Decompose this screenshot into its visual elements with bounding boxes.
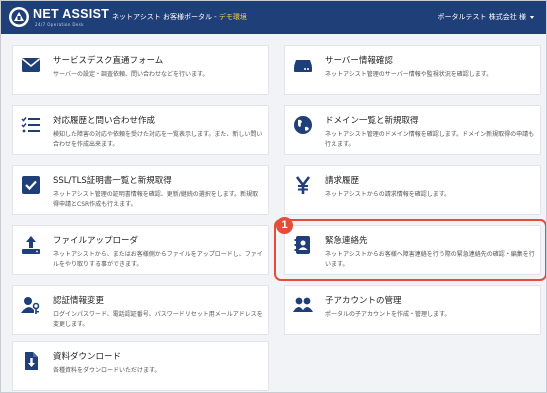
user-name: ポータルテスト 株式会社 様 xyxy=(437,13,526,21)
brand-name[interactable]: NET ASSIST xyxy=(33,7,109,21)
checkbox-icon xyxy=(22,176,40,194)
card-description: ログインパスワード、電話認証番号、パスワードリセット用メールアドレスを変更します… xyxy=(53,311,263,328)
card-description: ネットアシスト管理のドメイン情報を確認します。ドメイン新規取得の申請も行えます。 xyxy=(325,131,535,148)
demo-label: デモ環境 xyxy=(218,13,247,21)
server-icon xyxy=(294,60,312,72)
card-auth-change[interactable]: 認証情報変更 ログインパスワード、電話認証番号、パスワードリセット用メールアドレ… xyxy=(12,285,269,335)
card-title: SSL/TLS証明書一覧と新規取得 xyxy=(53,176,172,186)
card-uploader[interactable]: ファイルアップローダ ネットアシストから、またはお客様側からファイルをアップロー… xyxy=(12,225,269,275)
card-title: 子アカウントの管理 xyxy=(325,296,402,306)
card-service-desk[interactable]: サービスデスク直通フォーム サーバーの設定・調査依頼、問い合わせなどを行います。 xyxy=(12,45,269,95)
yen-icon xyxy=(295,176,311,194)
download-file-icon xyxy=(25,352,38,370)
top-header: NET ASSIST 24/7 Operation Desk ネットアシスト お… xyxy=(1,1,546,34)
card-title: サーバー情報確認 xyxy=(325,56,393,66)
card-title: 資料ダウンロード xyxy=(53,352,122,362)
user-key-icon xyxy=(21,297,40,314)
card-description: ポータルの子アカウントを作成・管理します。 xyxy=(325,311,451,318)
upload-icon xyxy=(22,236,40,254)
card-billing[interactable]: 請求履歴 ネットアシストからの請求情報を確認します。 xyxy=(284,165,541,215)
card-title: 請求履歴 xyxy=(325,176,360,186)
caret-down-icon xyxy=(530,15,534,19)
card-description: 検知した障害の対応や依頼を受けた対応を一覧表示します。また、新しい問い合わせを作… xyxy=(53,131,263,148)
portal-title-text: ネットアシスト お客様ポータル - xyxy=(112,13,219,21)
card-history[interactable]: 対応履歴と問い合わせ作成 検知した障害の対応や依頼を受けた対応を一覧表示します。… xyxy=(12,105,269,155)
card-title: ドメイン一覧と新規取得 xyxy=(325,116,419,126)
card-server-info[interactable]: サーバー情報確認 ネットアシスト管理のサーバー情報や監視状況を確認します。 xyxy=(284,45,541,95)
list-icon xyxy=(21,117,40,133)
card-description: サーバーの設定・調査依頼、問い合わせなどを行います。 xyxy=(53,71,209,78)
card-title: 認証情報変更 xyxy=(53,296,105,306)
card-title: ファイルアップローダ xyxy=(53,236,139,246)
user-menu[interactable]: ポータルテスト 株式会社 様 xyxy=(438,12,534,22)
net-assist-logo-icon[interactable] xyxy=(8,6,30,28)
card-domain[interactable]: ドメイン一覧と新規取得 ネットアシスト管理のドメイン情報を確認します。ドメイン新… xyxy=(284,105,541,155)
brand-tagline: 24/7 Operation Desk xyxy=(35,22,84,27)
card-documents[interactable]: 資料ダウンロード 各種資料をダウンロードいただけます。 xyxy=(12,341,269,391)
card-sub-accounts[interactable]: 子アカウントの管理 ポータルの子アカウントを作成・管理します。 xyxy=(284,285,541,335)
card-ssl[interactable]: SSL/TLS証明書一覧と新規取得 ネットアシスト管理の証明書情報を確認、更新/… xyxy=(12,165,269,215)
card-title: サービスデスク直通フォーム xyxy=(53,56,164,66)
card-description: 各種資料をダウンロードいただけます。 xyxy=(53,367,161,374)
card-description: ネットアシストから、またはお客様側からファイルをアップロードし、ファイルをやり取… xyxy=(53,251,263,268)
callout-badge: 1 xyxy=(276,217,293,234)
card-description: ネットアシスト管理の証明書情報を確認、更新/継続の選択をします。新規取得申請とC… xyxy=(53,191,259,208)
highlight-box xyxy=(274,219,546,281)
card-description: ネットアシスト管理のサーバー情報や監視状況を確認します。 xyxy=(325,71,493,78)
globe-icon xyxy=(294,116,312,134)
card-title: 対応履歴と問い合わせ作成 xyxy=(53,116,156,126)
users-icon xyxy=(293,297,313,312)
card-description: ネットアシストからの請求情報を確認します。 xyxy=(325,191,451,198)
mail-icon xyxy=(21,58,41,72)
portal-window: NET ASSIST 24/7 Operation Desk ネットアシスト お… xyxy=(0,0,547,393)
portal-title: ネットアシスト お客様ポータル - デモ環境 xyxy=(112,12,247,22)
